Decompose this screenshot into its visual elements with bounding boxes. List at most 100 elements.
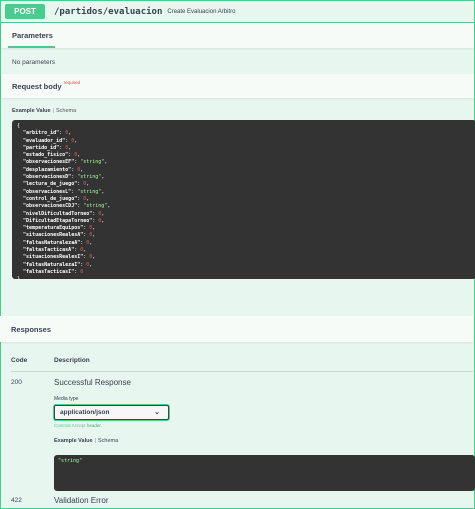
- code-field-line: "observacionesL": "string",: [23, 188, 105, 195]
- code-field-line: "nivelDificultadTorneo": 0,: [23, 210, 105, 217]
- tab-separator: |: [52, 108, 54, 114]
- field-key: "observacionesL": [23, 188, 72, 195]
- code-field-line: "observacionesCDJ": "string",: [23, 203, 111, 210]
- field-value: 0: [98, 217, 102, 224]
- responses-title: Responses: [11, 324, 52, 334]
- field-key: "lectura_de_juego": [23, 181, 78, 188]
- field-value: 0: [89, 225, 93, 232]
- field-key: "partido_id": [23, 144, 60, 151]
- code-field-line: "situacionesRealesA": 0,: [23, 232, 96, 239]
- responses-column-headers: Code Description: [11, 357, 473, 364]
- field-value: 0: [74, 152, 78, 159]
- tab-parameters[interactable]: Parameters: [12, 31, 53, 40]
- code-field-line: "temperaturaEquipos": 0,: [23, 225, 96, 232]
- responses-header: Responses: [0, 316, 473, 342]
- request-example-code[interactable]: { "arbitro_id": 0, "evaluador_id": 0, "p…: [12, 120, 475, 282]
- media-type-select[interactable]: application/json ⌄: [54, 405, 169, 420]
- controls-header: header.: [86, 423, 102, 428]
- response-code-200: 200: [11, 379, 22, 386]
- code-field-line: "faltasTacticasA": 0,: [23, 247, 87, 254]
- code-open-brace: {: [17, 123, 21, 129]
- request-example-tabs: Example Value | Schema: [1, 98, 474, 120]
- endpoint-summary: Create Evaluacion Arbitro: [167, 8, 236, 15]
- field-key: "faltasTacticasA": [23, 247, 75, 254]
- response-example-value: "string": [58, 458, 83, 464]
- field-key: "evaluador_id": [23, 137, 66, 144]
- response-code-422: 422: [11, 497, 22, 504]
- field-value: 0: [86, 239, 90, 246]
- field-value: 0: [71, 137, 75, 144]
- code-field-line: "lectura_de_juego": 0,: [23, 181, 90, 188]
- field-key: "faltasNaturalezaI": [23, 261, 81, 268]
- field-value: 0: [83, 195, 87, 202]
- field-value: 0: [89, 232, 93, 239]
- field-value: 0: [80, 268, 84, 275]
- tab-example-value[interactable]: Example Value: [12, 108, 51, 114]
- code-field-line: "estado_fisico": 0,: [23, 152, 81, 159]
- divider: [11, 371, 473, 372]
- field-key: "arbitro_id": [23, 130, 60, 137]
- field-key: "faltasNaturalezaA": [23, 239, 81, 246]
- field-value: 0: [77, 166, 81, 173]
- controls-accept-note: Controls Accept header.: [54, 423, 102, 428]
- response-example-tabs: Example Value | Schema: [54, 438, 118, 444]
- code-field-line: "partido_id": 0,: [23, 144, 72, 151]
- field-key: "situacionesRealesA": [23, 232, 84, 239]
- field-key: "situacionesRealesI": [23, 254, 84, 261]
- request-body-title: Request body: [12, 81, 62, 91]
- field-key: "temperaturaEquipos": [23, 225, 84, 232]
- field-key: "DificultadEtapaTorneo": [23, 217, 93, 224]
- field-value: 0: [98, 210, 102, 217]
- code-field-line: "faltasTacticasI": 0: [23, 268, 84, 275]
- operation-summary[interactable]: POST /partidos/evaluacion Create Evaluac…: [1, 1, 474, 23]
- response-description-200: Successful Response: [54, 378, 131, 387]
- operation-block: POST /partidos/evaluacion Create Evaluac…: [0, 0, 475, 509]
- controls-accept: Accept: [71, 423, 86, 428]
- response-example-code[interactable]: "string": [54, 455, 475, 491]
- code-field-line: "control_de_juego": 0,: [23, 195, 90, 202]
- field-key: "observacionesEF": [23, 159, 75, 166]
- field-key: "estado_fisico": [23, 152, 69, 159]
- no-parameters-text: No parameters: [12, 59, 55, 66]
- field-key: "nivelDificultadTorneo": [23, 210, 93, 217]
- code-close-brace: }: [17, 276, 21, 283]
- column-code: Code: [11, 357, 28, 364]
- controls-prefix: Controls: [54, 423, 71, 428]
- field-value: 0: [80, 247, 84, 254]
- tab-active-indicator: [8, 46, 55, 48]
- field-key: "control_de_juego": [23, 195, 78, 202]
- required-label: required: [63, 79, 81, 85]
- media-type-label: Media type: [54, 396, 79, 402]
- tab-separator: |: [94, 438, 96, 444]
- field-value: 0: [86, 261, 90, 268]
- code-field-line: "arbitro_id": 0,: [23, 130, 72, 137]
- tab-schema[interactable]: Schema: [56, 108, 76, 114]
- field-value: "string": [77, 188, 102, 195]
- method-badge: POST: [5, 4, 45, 19]
- tab-response-schema[interactable]: Schema: [98, 438, 118, 444]
- request-body-header: Request body required: [1, 74, 474, 98]
- field-value: "string": [83, 203, 108, 210]
- field-value: 0: [65, 144, 69, 151]
- field-value: "string": [77, 174, 102, 181]
- code-field-line: "evaluador_id": 0,: [23, 137, 78, 144]
- field-key: "observacionesCDJ": [23, 203, 78, 210]
- field-value: "string": [80, 159, 105, 166]
- chevron-down-icon: ⌄: [154, 409, 160, 416]
- code-field-line: "faltasNaturalezaA": 0,: [23, 239, 93, 246]
- code-field-line: "DificultadEtapaTorneo": 0,: [23, 217, 105, 224]
- field-value: 0: [65, 130, 69, 137]
- tab-response-example-value[interactable]: Example Value: [54, 438, 93, 444]
- field-value: 0: [83, 181, 87, 188]
- field-key: "desplazamiento": [23, 166, 72, 173]
- endpoint-path: /partidos/evaluacion: [54, 6, 163, 17]
- code-field-line: "situacionesRealesI": 0,: [23, 254, 96, 261]
- column-description: Description: [54, 357, 90, 364]
- media-type-value: application/json: [60, 409, 110, 416]
- code-field-line: "observacionesEF": "string",: [23, 159, 108, 166]
- parameters-header: Parameters: [1, 23, 474, 48]
- code-field-line: "faltasNaturalezaI": 0,: [23, 261, 93, 268]
- response-description-422: Validation Error: [54, 496, 109, 505]
- field-value: 0: [89, 254, 93, 261]
- code-field-line: "desplazamiento": 0,: [23, 166, 84, 173]
